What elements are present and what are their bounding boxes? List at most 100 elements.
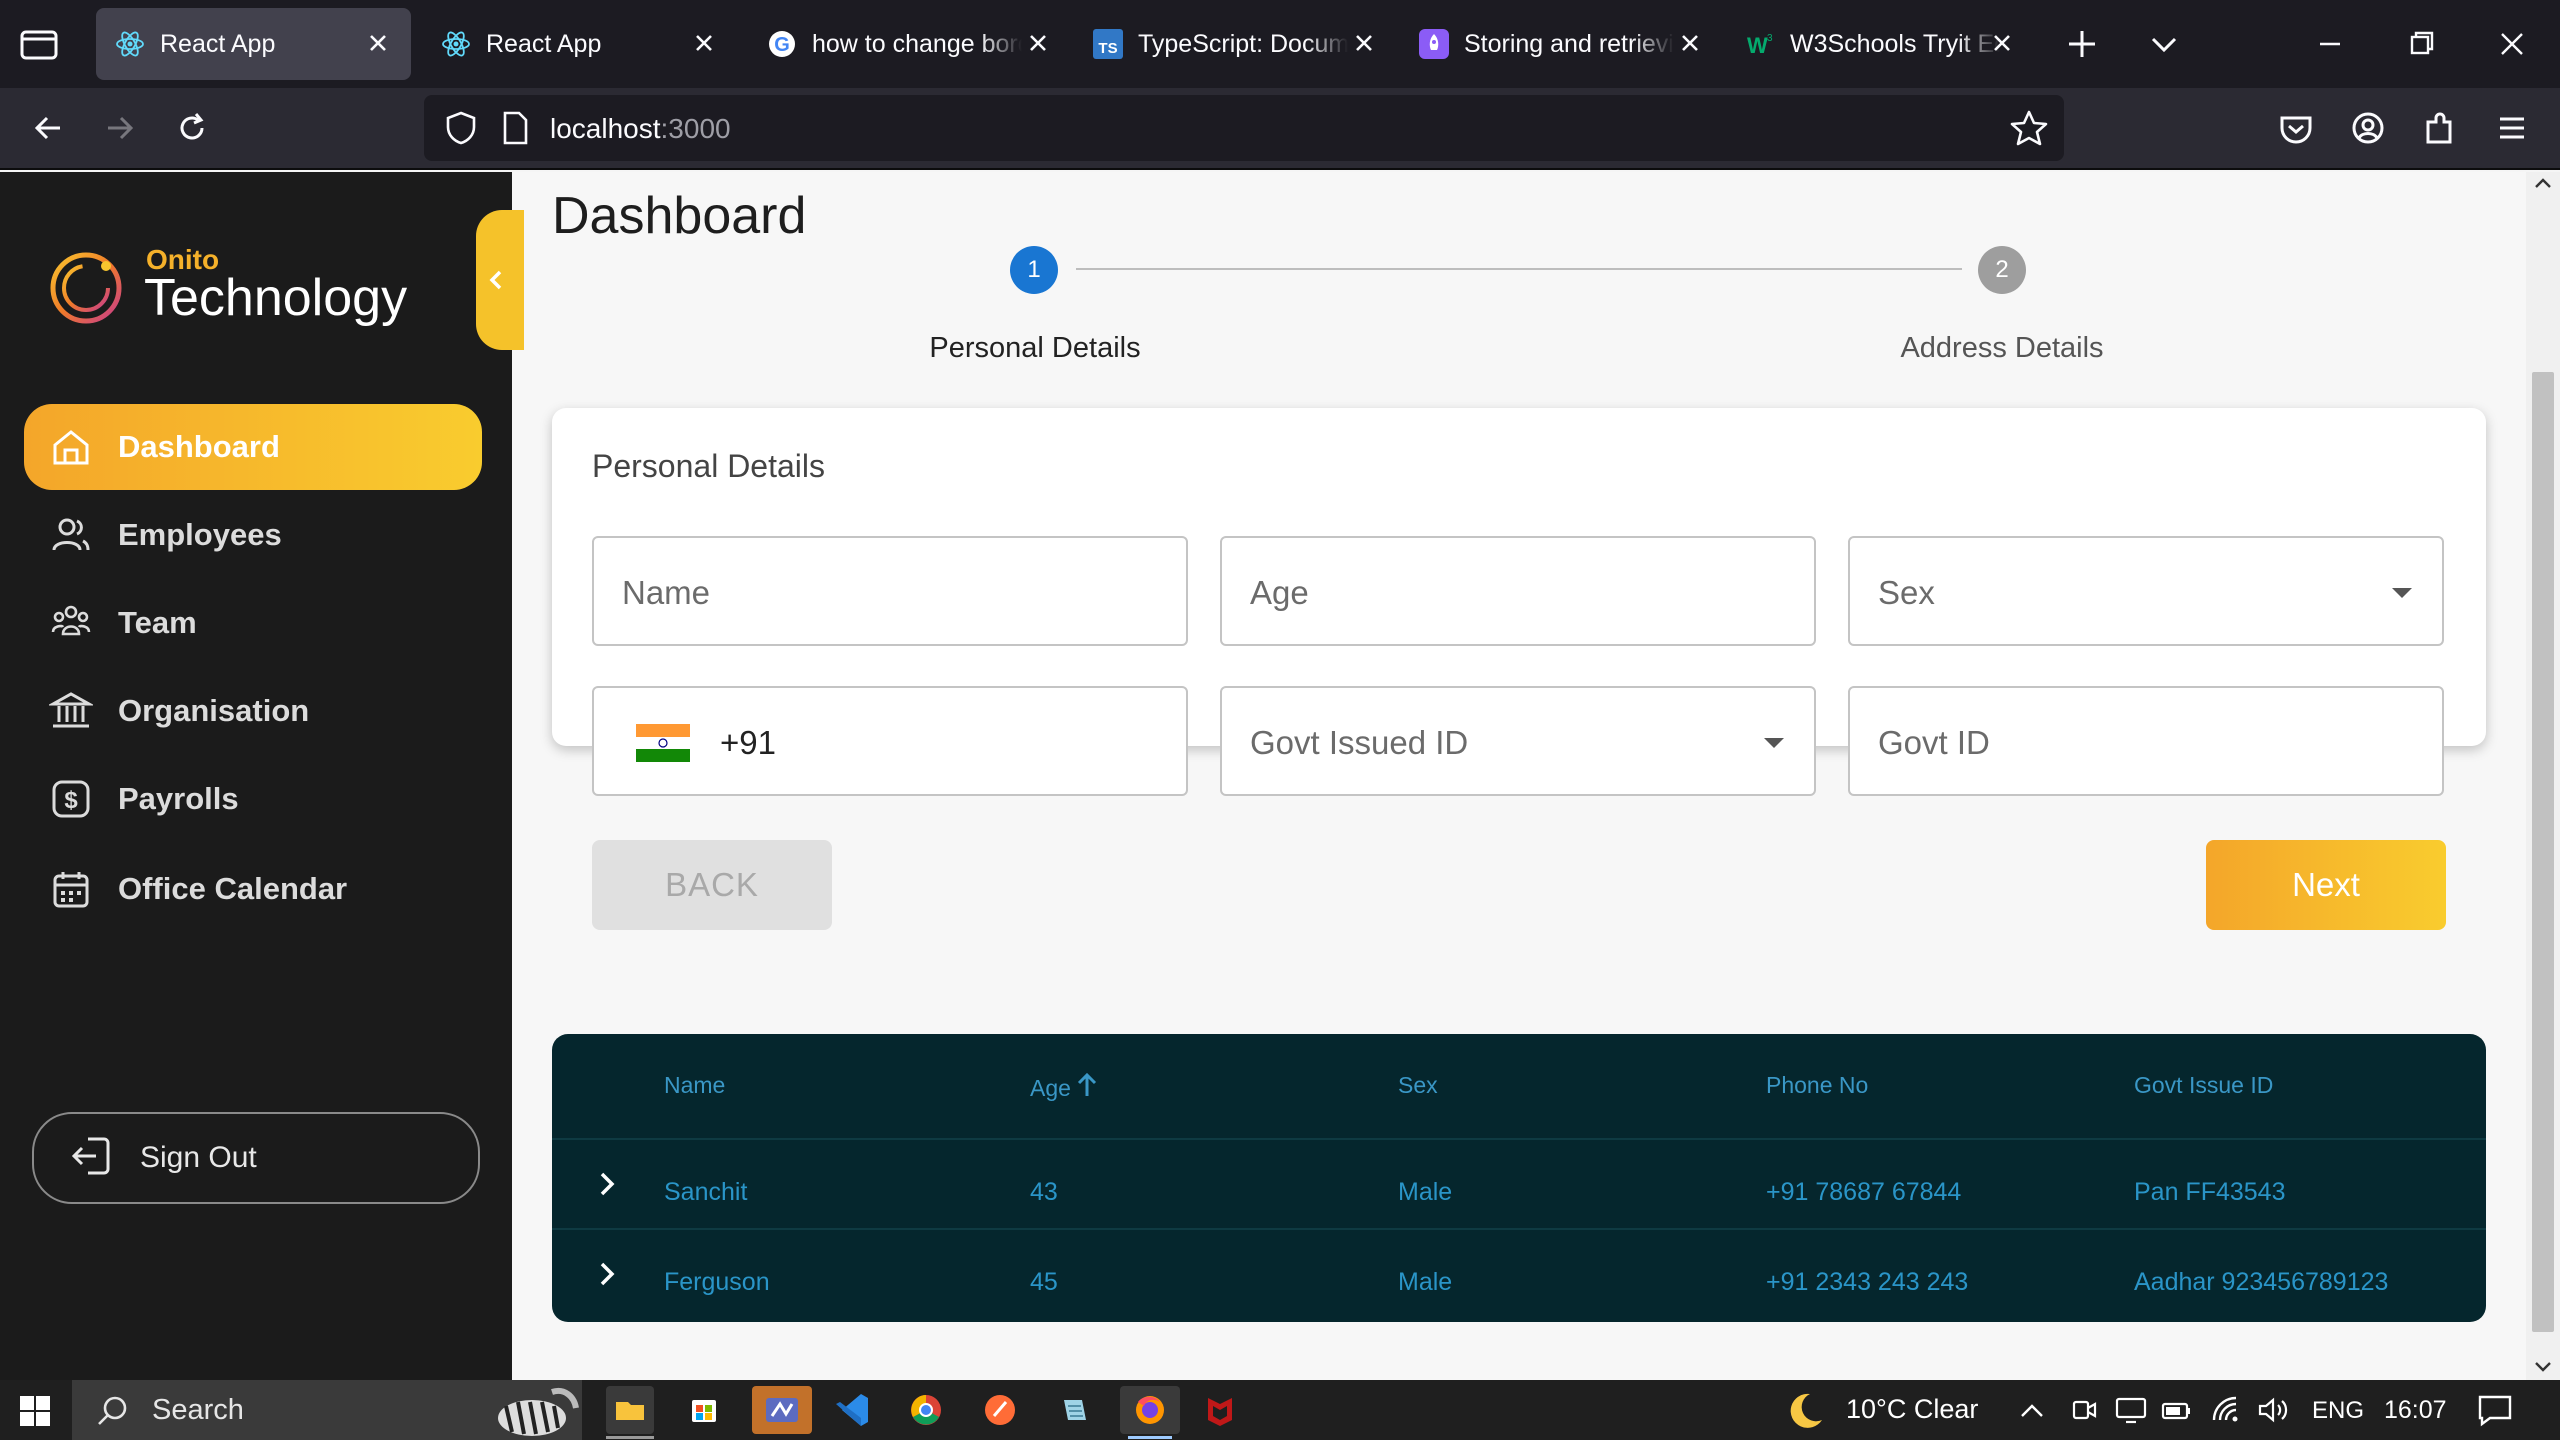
govt-id-field[interactable]: Govt ID [1848, 686, 2444, 796]
firefox-icon[interactable] [1120, 1386, 1180, 1434]
dropdown-arrow-icon [1764, 738, 1784, 748]
browser-tab[interactable]: React App [422, 8, 737, 80]
moon-weather-icon[interactable] [1784, 1390, 1826, 1432]
address-bar[interactable]: localhost:3000 [424, 95, 2064, 161]
microsoft-store-icon[interactable] [680, 1386, 728, 1434]
language-indicator[interactable]: ENG [2312, 1397, 2364, 1425]
url-text[interactable]: localhost:3000 [550, 113, 731, 145]
file-explorer-icon[interactable] [606, 1386, 654, 1434]
speaker-icon[interactable] [2256, 1394, 2290, 1426]
visual-studio-icon[interactable] [752, 1386, 812, 1434]
shield-icon[interactable] [442, 109, 480, 147]
column-header-phone[interactable]: Phone No [1766, 1072, 1868, 1099]
display-icon[interactable] [2114, 1394, 2148, 1426]
name-field[interactable]: Name [592, 536, 1188, 646]
column-header-govt-id[interactable]: Govt Issue ID [2134, 1072, 2273, 1099]
close-tab-icon[interactable] [1023, 28, 1053, 58]
close-tab-icon[interactable] [363, 28, 393, 58]
scroll-down-icon[interactable] [2534, 1360, 2552, 1374]
react-icon [440, 28, 472, 60]
home-icon [46, 422, 96, 472]
vscode-icon[interactable] [828, 1386, 876, 1434]
browser-tab[interactable]: Storing and retrieving [1400, 8, 1715, 80]
cell-sex: Male [1398, 1178, 1453, 1206]
chrome-icon[interactable] [902, 1386, 950, 1434]
column-header-sex[interactable]: Sex [1398, 1072, 1438, 1099]
notepad-icon[interactable] [1050, 1386, 1098, 1434]
stepper-connector [1076, 268, 1962, 270]
sex-placeholder: Sex [1878, 574, 1935, 611]
step-2-circle[interactable]: 2 [1978, 246, 2026, 294]
windows-start-icon[interactable] [20, 1396, 50, 1426]
back-button[interactable]: BACK [592, 840, 832, 930]
expand-row-icon[interactable] [590, 1258, 622, 1290]
sidebar-collapse-button[interactable] [476, 210, 524, 350]
scrollbar-thumb[interactable] [2532, 372, 2554, 1332]
tab-title: React App [486, 29, 602, 58]
browser-tab-bar: React App React App G how to change bord… [0, 0, 2560, 88]
browser-tab[interactable]: React App [96, 8, 411, 80]
new-tab-icon[interactable] [2060, 22, 2104, 66]
browser-tab[interactable]: W3 W3Schools Tryit Editor [1726, 8, 2041, 80]
weather-text[interactable]: 10°C Clear [1846, 1394, 1978, 1425]
close-tab-icon[interactable] [1987, 28, 2017, 58]
age-placeholder: Age [1250, 574, 1309, 611]
search-icon [98, 1396, 127, 1425]
svg-text:G: G [774, 34, 790, 56]
table-row[interactable]: Sanchit 43 Male +91 78687 67844 Pan FF43… [552, 1138, 2486, 1228]
account-icon[interactable] [2346, 106, 2390, 150]
column-header-name[interactable]: Name [664, 1072, 725, 1099]
india-flag-icon[interactable] [636, 724, 690, 762]
sidebar-item-employees[interactable]: Employees [24, 492, 482, 578]
page-icon[interactable] [498, 109, 532, 147]
forward-arrow-icon[interactable] [98, 106, 142, 150]
back-arrow-icon[interactable] [26, 106, 70, 150]
browser-tab[interactable]: TS TypeScript: Documentation [1074, 8, 1389, 80]
expand-row-icon[interactable] [590, 1168, 622, 1200]
notification-icon[interactable] [2476, 1392, 2514, 1428]
chevron-up-icon[interactable] [2018, 1398, 2046, 1422]
wifi-icon[interactable] [2210, 1394, 2244, 1426]
sidebar-item-organisation[interactable]: Organisation [24, 668, 482, 754]
bookmark-star-icon[interactable] [2008, 107, 2050, 149]
sex-select[interactable]: Sex [1848, 536, 2444, 646]
meet-camera-icon[interactable] [2068, 1394, 2100, 1426]
column-header-label: Age [1030, 1075, 1071, 1101]
browser-toolbar: localhost:3000 [0, 88, 2560, 170]
tab-list-icon[interactable] [20, 26, 58, 60]
browser-tab[interactable]: G how to change border [748, 8, 1063, 80]
sidebar-item-dashboard[interactable]: Dashboard [24, 404, 482, 490]
table-row[interactable]: Ferguson 45 Male +91 2343 243 243 Aadhar… [552, 1228, 2486, 1318]
govt-issued-id-select[interactable]: Govt Issued ID [1220, 686, 1816, 796]
pocket-icon[interactable] [2274, 106, 2318, 150]
close-tab-icon[interactable] [1349, 28, 1379, 58]
close-tab-icon[interactable] [1675, 28, 1705, 58]
next-button[interactable]: Next [2206, 840, 2446, 930]
sidebar-item-payrolls[interactable]: $ Payrolls [24, 756, 482, 842]
minimize-icon[interactable] [2308, 22, 2352, 66]
age-field[interactable]: Age [1220, 536, 1816, 646]
page-scrollbar[interactable] [2526, 172, 2560, 1380]
sidebar-item-team[interactable]: Team [24, 580, 482, 666]
close-window-icon[interactable] [2490, 22, 2534, 66]
close-tab-icon[interactable] [689, 28, 719, 58]
extensions-icon[interactable] [2418, 106, 2462, 150]
column-header-age[interactable]: Age [1030, 1072, 1099, 1102]
clock[interactable]: 16:07 [2384, 1396, 2447, 1425]
sign-out-button[interactable]: Sign Out [32, 1112, 480, 1204]
table-header-row: Name Age Sex Phone No Govt Issue ID [552, 1034, 2486, 1140]
mcafee-icon[interactable] [1196, 1386, 1244, 1434]
reload-icon[interactable] [170, 106, 214, 150]
step-1-circle[interactable]: 1 [1010, 246, 1058, 294]
sidebar-item-office-calendar[interactable]: Office Calendar [24, 846, 482, 932]
sidebar-item-label: Dashboard [118, 429, 280, 464]
hamburger-menu-icon[interactable] [2490, 106, 2534, 150]
chevron-down-icon[interactable] [2142, 22, 2186, 66]
page-content: Onito Technology Dashboard Employees Tea… [0, 172, 2560, 1380]
restore-icon[interactable] [2400, 22, 2444, 66]
phone-field[interactable]: +91 [592, 686, 1188, 796]
postman-icon[interactable] [976, 1386, 1024, 1434]
battery-icon[interactable] [2160, 1394, 2194, 1426]
taskbar-search[interactable]: Search [72, 1380, 582, 1440]
scroll-up-icon[interactable] [2534, 176, 2552, 190]
